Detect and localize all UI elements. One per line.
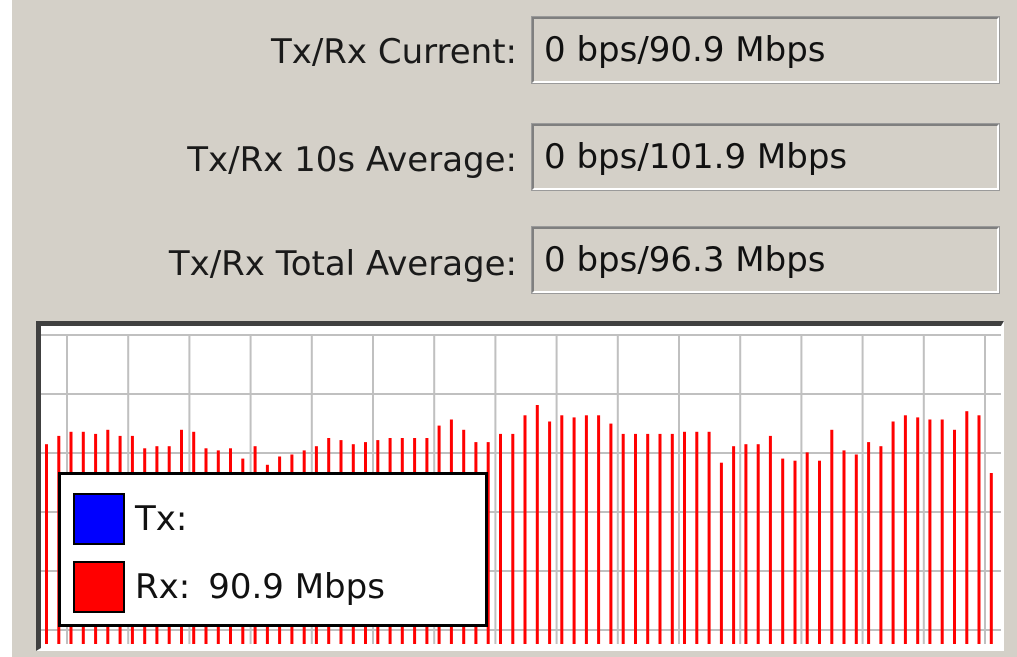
graph-legend: Tx: Rx: 90.9 Mbps: [58, 472, 488, 627]
legend-row-tx: Tx:: [73, 493, 197, 545]
rx-bar: [940, 419, 944, 644]
rx-bar: [818, 460, 821, 644]
rx-bar: [867, 442, 871, 644]
tx-rx-10s-average-field: 0 bps/101.9 Mbps: [531, 123, 1000, 191]
rx-bar: [572, 417, 576, 644]
rx-bar: [609, 423, 613, 644]
rx-bar: [683, 431, 686, 644]
rx-bar: [805, 452, 809, 644]
legend-tx-label: Tx:: [135, 499, 188, 539]
rx-bar: [45, 444, 48, 644]
legend-row-rx: Rx: 90.9 Mbps: [73, 561, 385, 613]
rx-bar: [634, 433, 637, 644]
rx-bar: [511, 433, 515, 644]
rx-bar: [584, 415, 588, 644]
legend-rx-value: 90.9 Mbps: [208, 567, 385, 607]
rx-bar: [989, 473, 993, 644]
rx-bar: [523, 415, 527, 644]
rx-bar: [732, 446, 736, 644]
rx-bar: [916, 417, 920, 644]
rx-bar: [548, 421, 552, 644]
rx-bar: [977, 415, 981, 644]
rx-bar: [953, 429, 956, 644]
rx-bar: [707, 431, 711, 644]
rx-bar: [842, 450, 846, 644]
tx-rx-current-label: Tx/Rx Current:: [270, 32, 517, 72]
tx-rx-total-average-label: Tx/Rx Total Average:: [168, 244, 517, 284]
rx-bar: [756, 444, 760, 644]
rx-bar: [928, 419, 932, 644]
rx-bar: [854, 454, 858, 644]
rx-bar: [965, 411, 969, 644]
tx-rx-10s-average-label: Tx/Rx 10s Average:: [187, 140, 517, 180]
rx-bar: [781, 458, 785, 644]
rx-bar: [646, 433, 650, 644]
rx-bar: [670, 433, 674, 644]
rx-bar: [768, 435, 772, 644]
rx-bar: [891, 421, 895, 644]
rx-bar: [658, 433, 662, 644]
rx-bar: [793, 460, 797, 644]
rx-bar: [830, 429, 834, 644]
rx-bar: [903, 415, 907, 644]
rx-bar: [597, 415, 601, 644]
rx-bar: [695, 431, 699, 644]
rx-color-swatch: [73, 561, 125, 613]
rx-bar: [560, 415, 564, 644]
rx-bar: [879, 446, 883, 644]
tx-rx-total-average-field: 0 bps/96.3 Mbps: [531, 226, 1000, 294]
rx-bar: [621, 433, 625, 644]
tx-rx-current-field: 0 bps/90.9 Mbps: [531, 16, 1000, 84]
tx-color-swatch: [73, 493, 125, 545]
rx-bar: [719, 462, 723, 644]
rx-bar: [499, 433, 502, 644]
legend-rx-label: Rx:: [135, 567, 191, 607]
rx-bar: [535, 405, 539, 644]
rx-bar: [744, 444, 748, 644]
